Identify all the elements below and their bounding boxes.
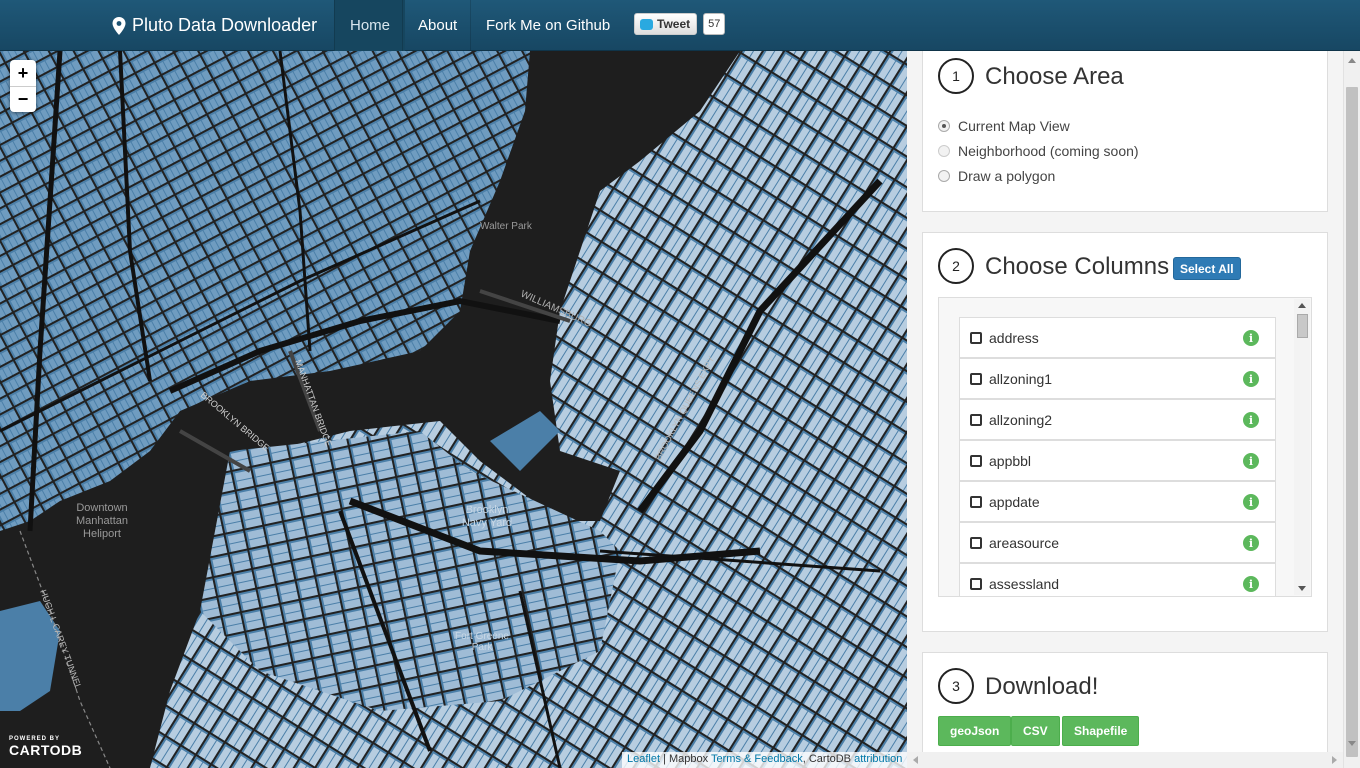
carto-name: CARTODB	[9, 742, 83, 758]
horizontal-scrollbar[interactable]	[907, 752, 1343, 768]
brand-title: Pluto Data Downloader	[132, 15, 318, 35]
leaflet-link[interactable]: Leaflet	[627, 753, 660, 765]
mapbox-text: Mapbox	[669, 753, 709, 765]
zoom-control: + −	[10, 60, 36, 112]
brand[interactable]: Pluto Data Downloader	[112, 0, 317, 51]
radio-label: Neighborhood (coming soon)	[958, 143, 1139, 159]
map-label: Brooklyn	[466, 504, 509, 516]
radio-button[interactable]	[938, 170, 950, 182]
column-item[interactable]: areasource i	[959, 522, 1276, 563]
column-list[interactable]: address i allzoning1 i allzoning2 i appb…	[938, 297, 1312, 597]
download-shapefile-button[interactable]: Shapefile	[1062, 716, 1140, 746]
column-label: appdate	[989, 493, 1040, 510]
panel-title: Choose Columns	[985, 253, 1170, 280]
scroll-right-arrow-icon[interactable]	[1332, 756, 1337, 764]
scroll-down-arrow-icon[interactable]	[1348, 741, 1356, 746]
scroll-up-arrow-icon[interactable]	[1298, 303, 1306, 308]
zoom-in-button[interactable]: +	[10, 60, 36, 86]
navbar: Pluto Data Downloader Home About Fork Me…	[0, 0, 1360, 51]
scroll-thumb[interactable]	[1297, 314, 1308, 338]
column-list-scrollbar[interactable]	[1294, 299, 1310, 595]
attribution-link[interactable]: attribution	[854, 753, 902, 765]
twitter-bird-icon	[640, 18, 653, 30]
column-item[interactable]: address i	[959, 317, 1276, 358]
step-number: 3	[938, 668, 974, 704]
map-label: Downtown	[76, 502, 127, 514]
checkbox[interactable]	[970, 495, 982, 508]
map-label: Navy Yard	[462, 517, 512, 529]
step-number: 1	[938, 58, 974, 94]
tweet-label: Tweet	[657, 17, 691, 31]
nav-home[interactable]: Home	[334, 0, 406, 51]
map-tiles: Walter Park WILLIAMSBURG BROOKLYN BRIDGE…	[0, 51, 907, 768]
info-icon[interactable]: i	[1243, 371, 1259, 387]
download-panel: 3 Download! geoJson CSV Shapefile	[922, 652, 1328, 768]
page-scroll-thumb[interactable]	[1346, 87, 1358, 757]
download-csv-button[interactable]: CSV	[1011, 716, 1060, 746]
info-icon[interactable]: i	[1243, 535, 1259, 551]
choose-columns-panel: 2 Choose Columns Select All address i al…	[922, 232, 1328, 632]
map-attribution: Leaflet | Mapbox Terms & Feedback, Carto…	[622, 752, 908, 768]
column-item[interactable]: appdate i	[959, 481, 1276, 522]
radio-label: Current Map View	[958, 118, 1070, 134]
step-number: 2	[938, 248, 974, 284]
checkbox[interactable]	[970, 536, 982, 549]
map-label: Park	[472, 642, 494, 653]
map[interactable]: Walter Park WILLIAMSBURG BROOKLYN BRIDGE…	[0, 51, 907, 768]
info-icon[interactable]: i	[1243, 412, 1259, 428]
column-item[interactable]: appbbl i	[959, 440, 1276, 481]
terms-link[interactable]: Terms & Feedback	[711, 753, 803, 765]
checkbox[interactable]	[970, 372, 982, 385]
info-icon[interactable]: i	[1243, 330, 1259, 346]
scroll-up-arrow-icon[interactable]	[1348, 58, 1356, 63]
column-label: address	[989, 329, 1039, 346]
nav-github[interactable]: Fork Me on Github	[470, 0, 625, 51]
tweet-count[interactable]: 57	[703, 13, 726, 35]
checkbox[interactable]	[970, 413, 982, 426]
info-icon[interactable]: i	[1243, 494, 1259, 510]
radio-draw-polygon[interactable]: Draw a polygon	[938, 168, 1055, 184]
panel-title: Choose Area	[985, 63, 1124, 90]
zoom-out-button[interactable]: −	[10, 86, 36, 112]
tweet-widget: Tweet 57	[634, 13, 726, 35]
choose-area-panel: 1 Choose Area Current Map View Neighborh…	[922, 51, 1328, 212]
panel-title: Download!	[985, 673, 1099, 700]
page-scrollbar[interactable]	[1343, 51, 1360, 768]
checkbox[interactable]	[970, 331, 982, 344]
tweet-button[interactable]: Tweet	[634, 13, 698, 35]
column-label: areasource	[989, 534, 1060, 551]
info-icon[interactable]: i	[1243, 453, 1259, 469]
column-item[interactable]: allzoning1 i	[959, 358, 1276, 399]
cartodb-logo[interactable]: POWERED BY CARTODB	[9, 736, 82, 758]
column-item[interactable]: assessland i	[959, 563, 1276, 596]
nav-about[interactable]: About	[402, 0, 472, 51]
scroll-down-arrow-icon[interactable]	[1298, 586, 1306, 591]
map-label: Walter Park	[480, 221, 533, 232]
radio-button[interactable]	[938, 120, 950, 132]
column-label: appbbl	[989, 452, 1032, 469]
select-all-button[interactable]: Select All	[1173, 257, 1241, 280]
radio-label: Draw a polygon	[958, 168, 1056, 184]
cartodb-text: CartoDB	[808, 753, 852, 765]
column-label: assessland	[989, 575, 1060, 592]
column-label: allzoning1	[989, 370, 1053, 387]
checkbox[interactable]	[970, 454, 982, 467]
scroll-left-arrow-icon[interactable]	[913, 756, 918, 764]
download-geojson-button[interactable]: geoJson	[938, 716, 1012, 746]
radio-current-map-view[interactable]: Current Map View	[938, 118, 1070, 134]
radio-button[interactable]	[938, 145, 950, 157]
radio-neighborhood[interactable]: Neighborhood (coming soon)	[938, 143, 1139, 159]
map-label: Fort Greene	[455, 631, 509, 642]
map-marker-icon	[112, 16, 126, 35]
map-label: Heliport	[83, 528, 121, 540]
column-item[interactable]: allzoning2 i	[959, 399, 1276, 440]
map-label: Manhattan	[76, 515, 128, 527]
info-icon[interactable]: i	[1243, 576, 1259, 592]
column-label: allzoning2	[989, 411, 1053, 428]
checkbox[interactable]	[970, 577, 982, 590]
